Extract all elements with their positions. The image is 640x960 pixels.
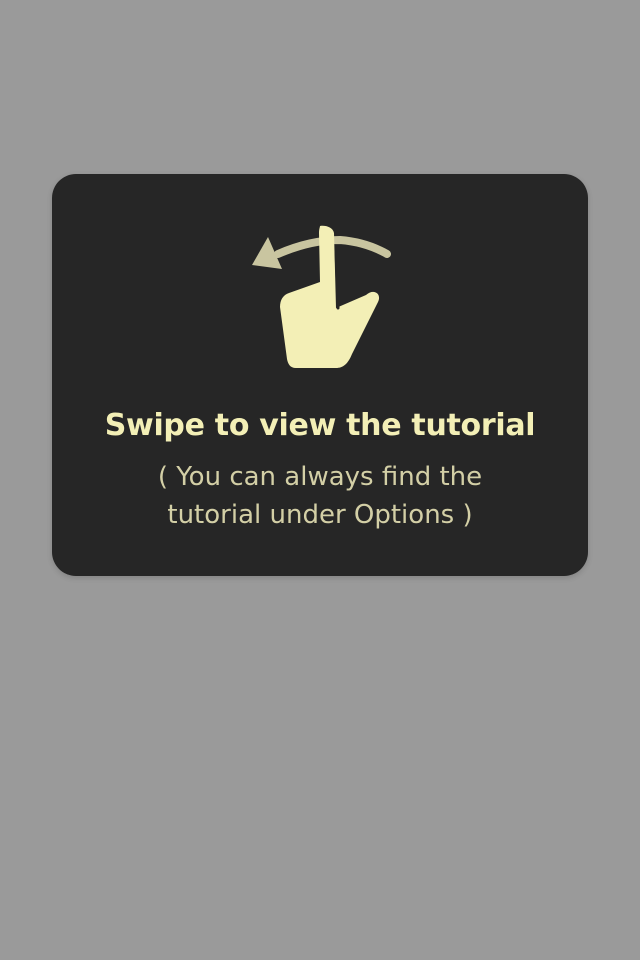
swipe-gesture-icon	[248, 222, 394, 374]
tutorial-subtitle-line-1: ( You can always find the	[157, 462, 483, 492]
tutorial-title: Swipe to view the tutorial	[104, 408, 536, 443]
tutorial-subtitle-line-2: tutorial under Options )	[167, 500, 473, 530]
tutorial-subtitle: ( You can always find the tutorial under…	[52, 458, 588, 534]
